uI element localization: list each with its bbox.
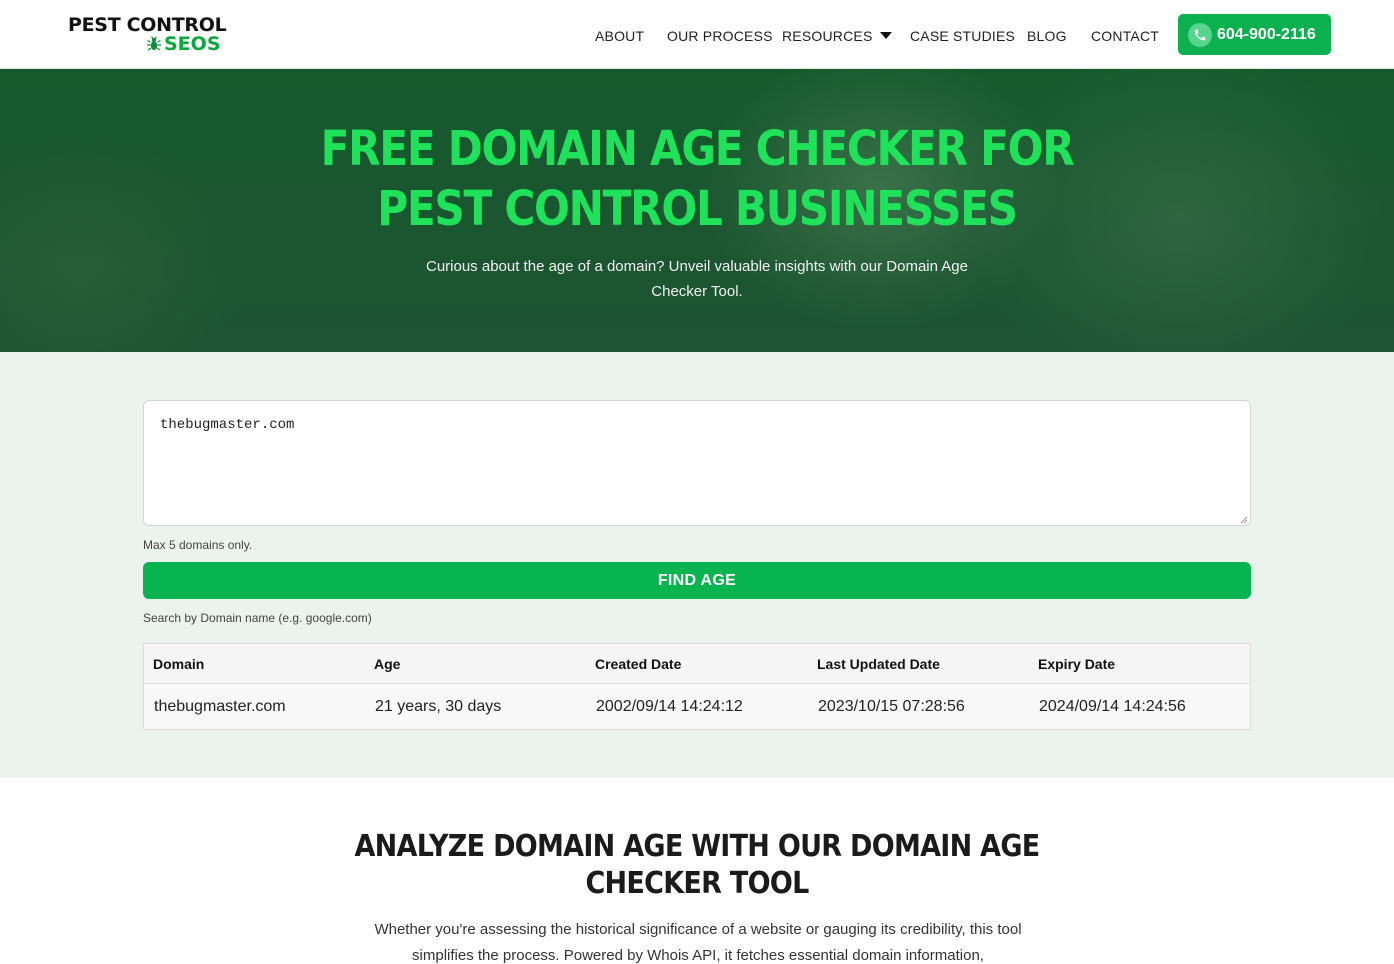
nav-resources-label: RESOURCES [782, 28, 873, 44]
column-header-last-updated-date: Last Updated Date [817, 656, 940, 672]
cell-created-date: 2002/09/14 14:24:12 [596, 698, 743, 715]
nav-about[interactable]: ABOUT [595, 27, 644, 45]
cell-age: 21 years, 30 days [375, 698, 502, 715]
column-header-expiry-date: Expiry Date [1038, 656, 1116, 672]
cell-last-updated-date: 2023/10/15 07:28:56 [818, 698, 965, 715]
results-table: Domain Age Created Date Last Updated Dat… [143, 643, 1251, 730]
analyze-section-title: ANALYZE DOMAIN AGE WITH OUR DOMAIN AGE C… [70, 828, 1325, 902]
hero-title-line2: PEST CONTROL BUSINESSES [377, 181, 1018, 237]
site-header: PEST CONTROL SEOS ABOUT OUR PROCESS RESO… [0, 0, 1394, 69]
find-age-button[interactable]: FIND AGE [143, 562, 1251, 599]
nav-blog[interactable]: BLOG [1027, 27, 1067, 45]
column-header-domain: Domain [153, 656, 205, 672]
analyze-section-body: Whether you're assessing the historical … [374, 921, 1022, 964]
phone-call-button[interactable]: 604-900-2116 [1178, 14, 1331, 55]
nav-contact[interactable]: CONTACT [1091, 27, 1159, 45]
hero-subtitle: Curious about the age of a domain? Unvei… [426, 258, 968, 300]
column-header-age: Age [374, 656, 401, 672]
column-header-created-date: Created Date [595, 656, 682, 672]
nav-our-process[interactable]: OUR PROCESS [667, 27, 773, 45]
nav-case-studies[interactable]: CASE STUDIES [910, 27, 1015, 45]
hero-title: FREE DOMAIN AGE CHECKER FOR PEST CONTROL… [84, 119, 1311, 239]
cell-domain: thebugmaster.com [154, 698, 286, 715]
results-table-header: Domain Age Created Date Last Updated Dat… [144, 644, 1250, 684]
phone-number: 604-900-2116 [1217, 25, 1316, 43]
analyze-title-line2: CHECKER TOOL [585, 866, 809, 901]
chevron-down-icon [880, 32, 893, 39]
phone-glyph-icon [1194, 29, 1206, 40]
resize-grip-icon[interactable] [1240, 516, 1248, 524]
max-domains-hint: Max 5 domains only. [143, 538, 253, 552]
search-hint: Search by Domain name (e.g. google.com) [143, 611, 372, 625]
cell-expiry-date: 2024/09/14 14:24:56 [1039, 698, 1186, 715]
phone-icon [1188, 22, 1212, 47]
analyze-title-line1: ANALYZE DOMAIN AGE WITH OUR DOMAIN AGE [354, 829, 1040, 864]
domain-age-tool: thebugmaster.com Max 5 domains only. FIN… [0, 352, 1394, 778]
domain-textarea[interactable]: thebugmaster.com [143, 400, 1251, 526]
nav-resources[interactable]: RESOURCES [782, 27, 893, 45]
hero-title-line1: FREE DOMAIN AGE CHECKER FOR [320, 121, 1075, 177]
hero-banner: FREE DOMAIN AGE CHECKER FOR PEST CONTROL… [0, 69, 1394, 352]
